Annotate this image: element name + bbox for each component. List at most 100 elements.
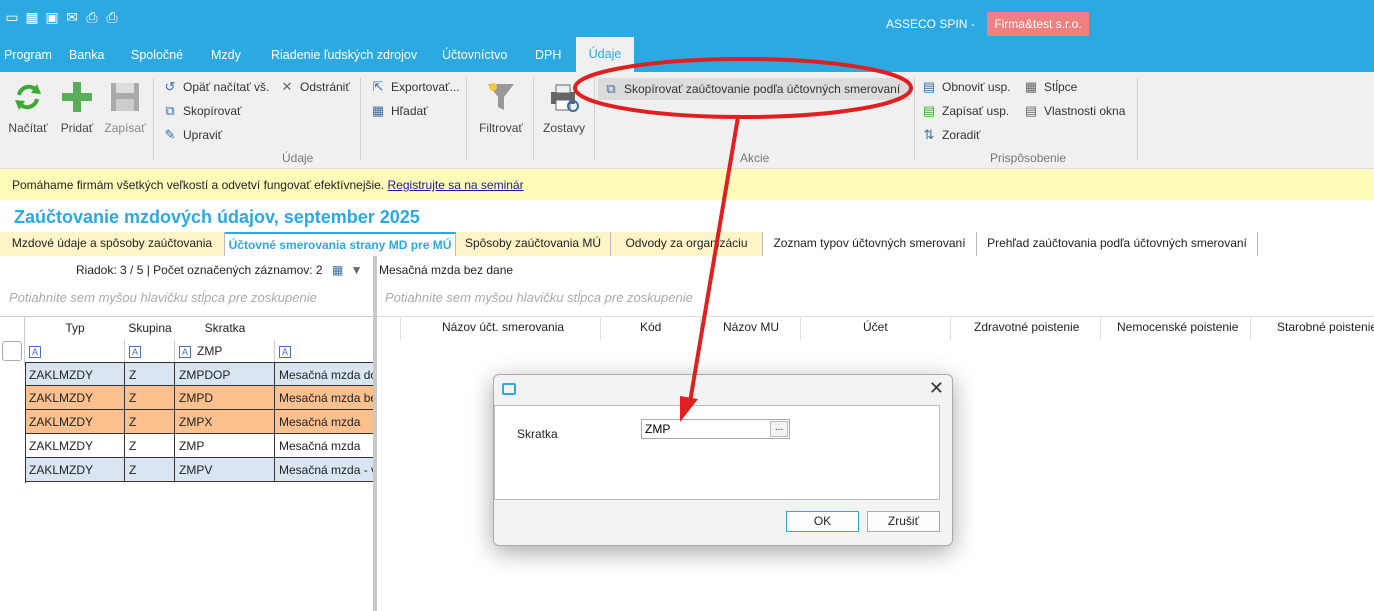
- filter-icon[interactable]: ▼: [351, 263, 363, 277]
- tab-uctovne-smerovania[interactable]: Účtovné smerovania strany MD pre MÚ: [225, 232, 456, 256]
- printer-icon: [551, 84, 579, 112]
- menu-spolocne[interactable]: Spoločné: [131, 48, 183, 62]
- window-properties-button[interactable]: ▤ Vlastnosti okna: [1024, 104, 1126, 119]
- menu-mzdy[interactable]: Mzdy: [211, 48, 241, 62]
- filter-skratka[interactable]: A ZMP: [175, 340, 275, 362]
- delete-label: Odstrániť: [300, 80, 350, 94]
- ribbon-separator: [1137, 78, 1138, 160]
- filter-skupina[interactable]: A: [125, 340, 175, 362]
- skratka-input[interactable]: [641, 419, 790, 439]
- reload-all-button[interactable]: ↺ Opäť načítať vš.: [163, 80, 270, 95]
- col-nemocenske-poistenie[interactable]: Nemocenské poistenie: [1117, 320, 1238, 334]
- image-icon[interactable]: ▣: [44, 9, 60, 25]
- left-grid-pane: Riadok: 3 / 5 | Počet označených záznamo…: [0, 256, 373, 611]
- cell-nazov: Mesačná mzda: [279, 415, 361, 429]
- save-settings-icon: ▤: [922, 103, 936, 118]
- export-label: Exportovať...: [391, 80, 460, 94]
- email-icon[interactable]: ✉: [64, 9, 80, 25]
- col-skupina[interactable]: Skupina: [125, 321, 175, 335]
- filter-row: A A A ZMP A: [0, 340, 373, 362]
- ok-button[interactable]: OK: [786, 511, 859, 532]
- window-icon[interactable]: ▭: [4, 9, 20, 25]
- col-typ[interactable]: Typ: [25, 321, 125, 335]
- save-settings-button[interactable]: ▤ Zapísať usp.: [922, 103, 1009, 119]
- columns-icon: ▦: [1024, 79, 1038, 94]
- export-button[interactable]: ⇱ Exportovať...: [371, 80, 460, 95]
- columns-button[interactable]: ▦ Stĺpce: [1024, 79, 1078, 95]
- ribbon-separator: [360, 78, 361, 160]
- add-label: Pridať: [60, 121, 94, 135]
- restore-icon: ▤: [922, 79, 936, 94]
- col-nazov-mu[interactable]: Názov MU: [723, 320, 779, 334]
- cancel-button[interactable]: Zrušiť: [867, 511, 940, 532]
- reports-label: Zostavy: [542, 121, 585, 135]
- export-grid-icon[interactable]: ▦: [332, 263, 343, 277]
- print-preview-icon[interactable]: ⎙: [104, 9, 120, 25]
- copy-button[interactable]: ⧉ Skopírovať: [163, 104, 241, 119]
- sort-button[interactable]: ⇅ Zoradiť: [922, 128, 981, 143]
- search-button[interactable]: ▦ Hľadať: [371, 103, 428, 119]
- print-icon[interactable]: ⎙: [84, 9, 100, 25]
- col-skratka[interactable]: Skratka: [175, 321, 275, 335]
- menu-riadenie[interactable]: Riadenie ľudských zdrojov: [271, 48, 417, 62]
- browse-button[interactable]: ...: [770, 421, 788, 437]
- table-row[interactable]: ZAKLMZDY Z ZMPV Mesačná mzda - v: [25, 458, 373, 482]
- funnel-icon: [488, 83, 514, 110]
- col-ucet[interactable]: Účet: [863, 320, 888, 334]
- save-label: Zapísať: [104, 121, 146, 135]
- cell-typ: ZAKLMZDY: [25, 386, 125, 410]
- filter-skratka-value: ZMP: [197, 344, 223, 358]
- detail-title: Mesačná mzda bez dane: [379, 263, 514, 277]
- columns-label: Stĺpce: [1044, 80, 1078, 94]
- text-filter-icon: A: [29, 345, 41, 358]
- cell-nazov: Mesačná mzda be: [279, 391, 373, 405]
- select-all-checkbox[interactable]: [2, 341, 22, 361]
- delete-button[interactable]: ✕ Odstrániť: [280, 80, 350, 95]
- table-row[interactable]: ZAKLMZDY Z ZMP Mesačná mzda: [25, 434, 373, 458]
- title-bar: ▭ ▦ ▣ ✉ ⎙ ⎙ ASSECO SPIN - Firma&test s.r…: [0, 0, 1374, 37]
- title-separator: -: [971, 17, 975, 31]
- menu-uctovnictvo[interactable]: Účtovníctvo: [442, 48, 507, 62]
- col-kod[interactable]: Kód: [640, 320, 661, 334]
- cell-nazov: Mesačná mzda - v: [279, 463, 373, 477]
- search-icon: ▦: [371, 103, 385, 118]
- close-icon[interactable]: ✕: [929, 378, 944, 399]
- filter-nazov[interactable]: A: [275, 340, 373, 362]
- reload-all-label: Opäť načítať vš.: [183, 80, 270, 94]
- menu-banka[interactable]: Banka: [69, 48, 104, 62]
- restore-settings-button[interactable]: ▤ Obnoviť usp.: [922, 79, 1011, 95]
- tab-mzdove-udaje[interactable]: Mzdové údaje a spôsoby zaúčtovania: [0, 232, 225, 256]
- row-info: Riadok: 3 / 5 | Počet označených záznamo…: [76, 263, 363, 277]
- col-zdravotne-poistenie[interactable]: Zdravotné poistenie: [974, 320, 1079, 334]
- tab-sposoby-zauctovania[interactable]: Spôsoby zaúčtovania MÚ: [456, 232, 611, 256]
- tab-zoznam-typov[interactable]: Zoznam typov účtovných smerovaní: [763, 232, 977, 256]
- copy-posting-item[interactable]: ⧉ Skopírovať zaúčtovanie podľa účtovných…: [604, 82, 900, 97]
- tab-prehlad[interactable]: Prehľad zaúčtovania podľa účtovných smer…: [977, 232, 1258, 256]
- ribbon-separator: [153, 78, 154, 160]
- dialog-body: Skratka ...: [494, 405, 940, 500]
- company-badge[interactable]: Firma&test s.r.o.: [987, 12, 1089, 36]
- filter-button[interactable]: Filtrovať: [475, 80, 527, 135]
- add-button[interactable]: Pridať: [58, 80, 96, 135]
- cell-typ: ZAKLMZDY: [25, 410, 125, 434]
- excel-icon[interactable]: ▦: [24, 9, 40, 25]
- filter-typ[interactable]: A: [25, 340, 125, 362]
- cell-skupina: Z: [125, 434, 175, 458]
- menu-program[interactable]: Program: [4, 48, 52, 62]
- save-button[interactable]: Zapísať: [104, 80, 146, 135]
- edit-button[interactable]: ✎ Upraviť: [163, 128, 223, 143]
- table-row[interactable]: ZAKLMZDY Z ZMPD Mesačná mzda be: [25, 386, 373, 410]
- menu-udaje[interactable]: Údaje: [576, 37, 634, 72]
- col-nazov-uct-smerovania[interactable]: Názov účt. smerovania: [442, 320, 564, 334]
- tab-odvody[interactable]: Odvody za organizáciu: [611, 232, 763, 256]
- group-label-prisposobenie: Prispôsobenie: [990, 151, 1067, 165]
- reload-button[interactable]: Načítať: [6, 80, 50, 135]
- quick-access-toolbar: ▭ ▦ ▣ ✉ ⎙ ⎙: [4, 9, 120, 25]
- table-row[interactable]: ZAKLMZDY Z ZMPX Mesačná mzda: [25, 410, 373, 434]
- col-starobne-poistenie[interactable]: Starobné poistenie: [1277, 320, 1374, 334]
- menu-dph[interactable]: DPH: [535, 48, 561, 62]
- table-row[interactable]: ZAKLMZDY Z ZMPDOP Mesačná mzda do: [25, 362, 373, 387]
- reports-button[interactable]: Zostavy: [540, 80, 588, 135]
- banner-link[interactable]: Registrujte sa na seminár: [388, 178, 524, 192]
- window-properties-label: Vlastnosti okna: [1044, 104, 1126, 118]
